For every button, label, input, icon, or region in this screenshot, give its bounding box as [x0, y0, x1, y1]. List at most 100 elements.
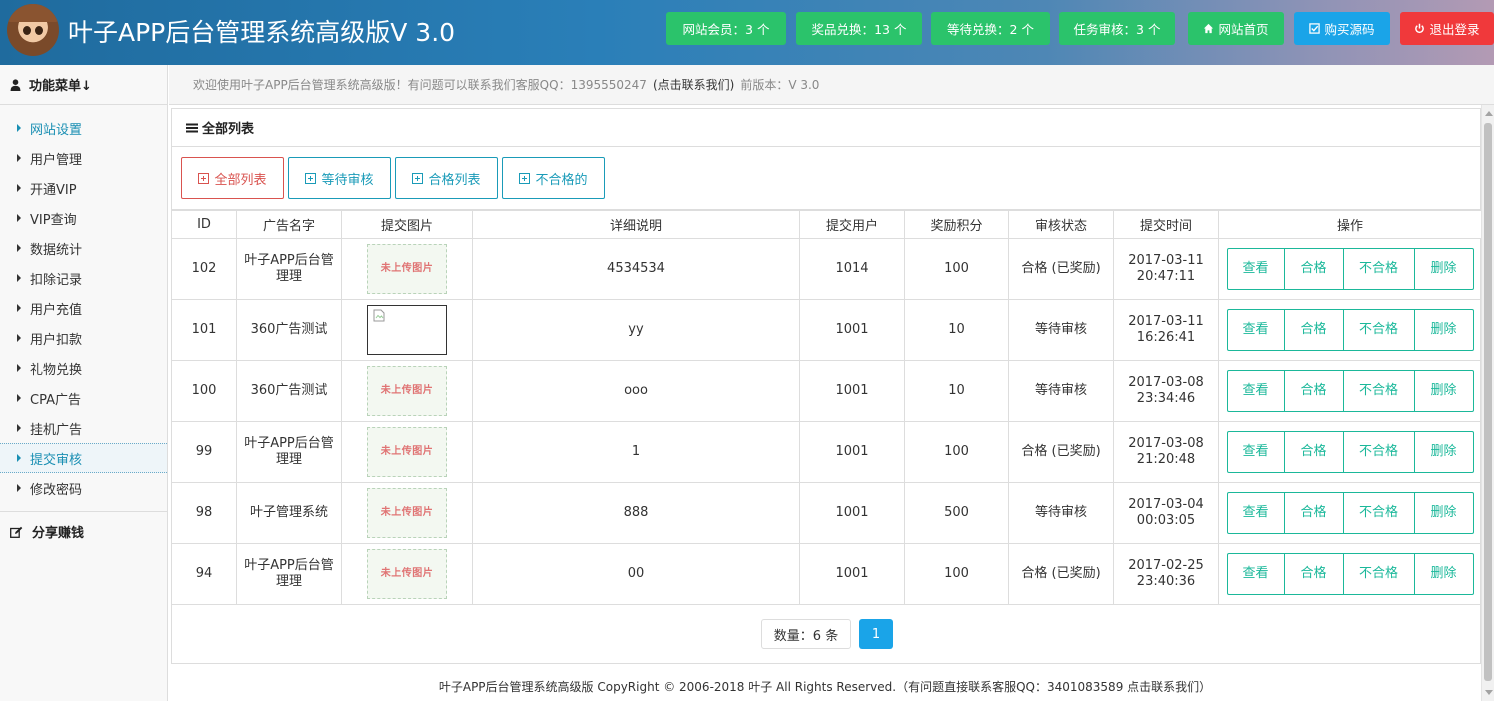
sidebar-item-idle-ads[interactable]: 挂机广告: [0, 413, 167, 443]
cell-status: 等待审核: [1008, 299, 1114, 361]
panel-header: 全部列表: [172, 109, 1480, 147]
site-home-button[interactable]: 网站首页: [1188, 12, 1284, 45]
scrollbar-thumb[interactable]: [1484, 123, 1492, 681]
approve-button[interactable]: 合格: [1283, 553, 1344, 595]
welcome-bar: 欢迎使用叶子APP后台管理系统高级版！有问题可以联系我们客服QQ：1395550…: [169, 65, 1494, 105]
cell-ad-name: 叶子APP后台管理理: [236, 421, 342, 483]
plus-square-icon: [305, 172, 317, 184]
cell-id: 100: [171, 360, 237, 422]
sidebar-item-gift-exchange[interactable]: 礼物兑换: [0, 353, 167, 383]
vertical-scrollbar[interactable]: [1481, 105, 1494, 701]
cell-status: 合格 (已奖励): [1008, 421, 1114, 483]
delete-button[interactable]: 删除: [1413, 370, 1474, 412]
member-count-label: 网站会员：: [682, 22, 746, 37]
approve-button[interactable]: 合格: [1283, 492, 1344, 534]
cell-image: 未上传图片: [341, 482, 473, 544]
sidebar-item-share-earn[interactable]: 分享赚钱: [0, 511, 167, 551]
filter-pending-button[interactable]: 等待审核: [288, 157, 391, 199]
sidebar-item-vip-query[interactable]: VIP查询: [0, 203, 167, 233]
column-header: ID: [171, 210, 237, 239]
member-count-badge[interactable]: 网站会员： 3 个: [666, 12, 786, 45]
cell-user: 1001: [799, 543, 905, 605]
cell-status: 等待审核: [1008, 482, 1114, 544]
cell-time: 2017-02-25 23:40:36: [1113, 543, 1219, 605]
cell-ad-name: 360广告测试: [236, 360, 342, 422]
cell-id: 98: [171, 482, 237, 544]
page-button-1[interactable]: 1: [859, 619, 893, 649]
submit-date: 2017-03-08: [1128, 436, 1204, 451]
scroll-up-icon[interactable]: [1485, 111, 1493, 116]
filter-unqualified-button[interactable]: 不合格的: [502, 157, 605, 199]
logout-button[interactable]: 退出登录: [1400, 12, 1494, 45]
cell-image: 未上传图片: [341, 543, 473, 605]
reject-button[interactable]: 不合格: [1342, 370, 1415, 412]
delete-button[interactable]: 删除: [1413, 248, 1474, 290]
sidebar-item-deduction-records[interactable]: 扣除记录: [0, 263, 167, 293]
approve-button[interactable]: 合格: [1283, 248, 1344, 290]
submit-time: 00:03:05: [1136, 513, 1196, 528]
view-button[interactable]: 查看: [1226, 370, 1285, 412]
sidebar-item-label: 礼物兑换: [30, 362, 83, 378]
sidebar-item-user-recharge[interactable]: 用户充值: [0, 293, 167, 323]
filter-all-button[interactable]: 全部列表: [181, 157, 284, 199]
sidebar-item-open-vip[interactable]: 开通VIP: [0, 173, 167, 203]
view-button[interactable]: 查看: [1226, 492, 1285, 534]
filter-qualified-button[interactable]: 合格列表: [395, 157, 498, 199]
approve-button[interactable]: 合格: [1283, 370, 1344, 412]
delete-button[interactable]: 删除: [1413, 492, 1474, 534]
sidebar-item-cpa-ads[interactable]: CPA广告: [0, 383, 167, 413]
reject-button[interactable]: 不合格: [1342, 309, 1415, 351]
menu-list: 网站设置 用户管理 开通VIP VIP查询 数据统计 扣除记录 用户充值 用户扣…: [0, 105, 167, 503]
reject-button[interactable]: 不合格: [1342, 431, 1415, 473]
sidebar: 功能菜单↓ 网站设置 用户管理 开通VIP VIP查询 数据统计 扣除记录 用户…: [0, 65, 168, 701]
reject-button[interactable]: 不合格: [1342, 492, 1415, 534]
sidebar-item-user-management[interactable]: 用户管理: [0, 143, 167, 173]
delete-button[interactable]: 删除: [1413, 309, 1474, 351]
app-title: 叶子APP后台管理系统高级版V 3.0: [68, 18, 456, 47]
sidebar-item-change-password[interactable]: 修改密码: [0, 473, 167, 503]
prize-exchange-badge[interactable]: 奖品兑换： 13 个: [796, 12, 922, 45]
reject-button[interactable]: 不合格: [1342, 248, 1415, 290]
sidebar-item-user-debit[interactable]: 用户扣款: [0, 323, 167, 353]
caret-right-icon: [17, 424, 21, 432]
sidebar-item-label: VIP查询: [30, 212, 77, 228]
cell-image: 未上传图片: [341, 360, 473, 422]
pending-exchange-badge[interactable]: 等待兑换： 2 个: [931, 12, 1050, 45]
prize-exchange-label: 奖品兑换：: [811, 22, 875, 37]
table-row: 99 叶子APP后台管理理 未上传图片 1 1001 100 合格 (已奖励) 2017-03…: [171, 421, 1482, 483]
filter-bar: 全部列表 等待审核 合格列表 不合格的: [172, 147, 1480, 210]
task-review-badge[interactable]: 任务审核： 3 个: [1059, 12, 1175, 45]
view-button[interactable]: 查看: [1226, 553, 1285, 595]
contact-us-link[interactable]: (点击联系我们): [653, 76, 734, 93]
submit-date: 2017-02-25: [1128, 558, 1204, 573]
approve-button[interactable]: 合格: [1283, 309, 1344, 351]
caret-right-icon: [17, 124, 21, 132]
caret-right-icon: [17, 304, 21, 312]
view-button[interactable]: 查看: [1226, 248, 1285, 290]
table-row: 101 360广告测试 yy 1001 10 等待审核 2017-03-11 16:26:41…: [171, 299, 1482, 361]
power-icon: [1415, 23, 1425, 34]
row-actions: 查看 合格 不合格 删除: [1219, 492, 1481, 534]
submit-date: 2017-03-04: [1128, 497, 1204, 512]
scroll-down-icon[interactable]: [1485, 690, 1493, 695]
reject-button[interactable]: 不合格: [1342, 553, 1415, 595]
column-header: 广告名字: [236, 210, 342, 239]
buy-source-label: 购买源码: [1324, 22, 1375, 37]
filter-qualified-label: 合格列表: [428, 172, 481, 188]
approve-button[interactable]: 合格: [1283, 431, 1344, 473]
sidebar-item-submit-review[interactable]: 提交审核: [0, 443, 167, 473]
version-text: 前版本：V 3.0: [740, 78, 820, 92]
menu-title[interactable]: 功能菜单↓: [0, 65, 167, 105]
caret-right-icon: [17, 154, 21, 162]
delete-button[interactable]: 删除: [1413, 553, 1474, 595]
buy-source-button[interactable]: 购买源码: [1294, 12, 1390, 45]
no-image-placeholder: 未上传图片: [367, 427, 447, 477]
sidebar-item-statistics[interactable]: 数据统计: [0, 233, 167, 263]
view-button[interactable]: 查看: [1226, 309, 1285, 351]
cell-time: 2017-03-11 20:47:11: [1113, 238, 1219, 300]
sidebar-item-site-settings[interactable]: 网站设置: [0, 113, 167, 143]
no-image-placeholder: 未上传图片: [367, 488, 447, 538]
cell-image: 未上传图片: [341, 238, 473, 300]
view-button[interactable]: 查看: [1226, 431, 1285, 473]
delete-button[interactable]: 删除: [1413, 431, 1474, 473]
